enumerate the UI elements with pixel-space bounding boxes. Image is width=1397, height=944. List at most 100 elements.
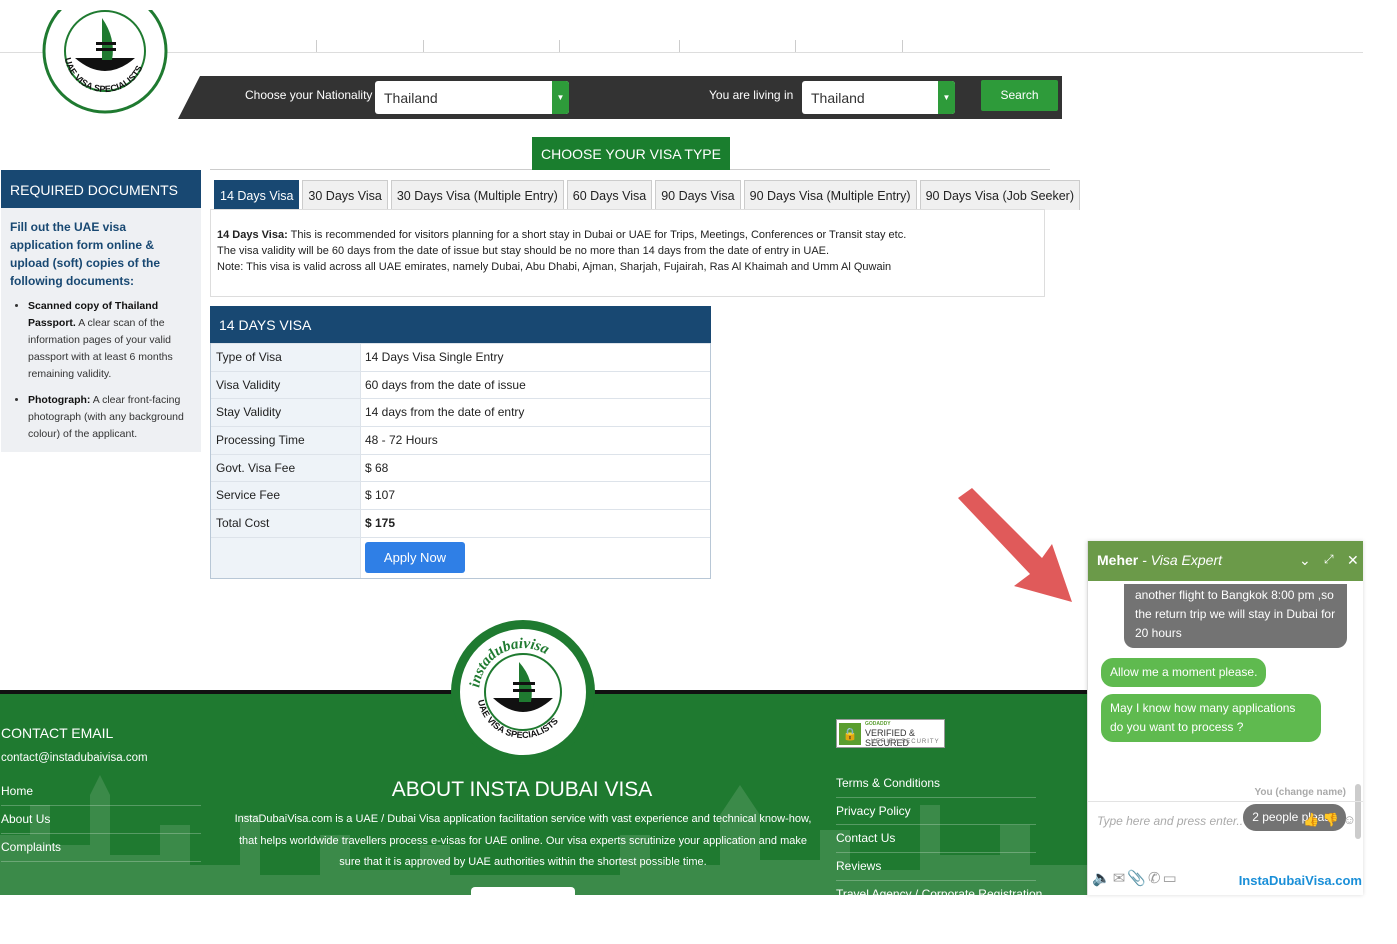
table-row: Stay Validity 14 days from the date of en…: [211, 398, 710, 427]
row-label: Processing Time: [211, 427, 361, 454]
table-row: Type of Visa 14 Days Visa Single Entry: [211, 343, 710, 371]
required-documents-list: Scanned copy of Thailand Passport. A cle…: [10, 298, 192, 443]
lock-icon: 🔒: [839, 723, 861, 745]
thumbs-up-icon[interactable]: 👍: [1303, 812, 1319, 827]
document-name: Photograph:: [28, 394, 91, 406]
tab-30-days-multiple[interactable]: 30 Days Visa (Multiple Entry): [390, 180, 564, 210]
required-documents-intro: Fill out the UAE visa application form o…: [10, 220, 160, 288]
footer-link-about-us[interactable]: About Us: [1, 806, 201, 834]
choose-visa-type-heading: CHOOSE YOUR VISA TYPE: [532, 137, 730, 170]
nationality-label: Choose your Nationality: [245, 88, 373, 102]
chat-footer: 🔈✉📎✆▭ InstaDubaiVisa.com: [1088, 861, 1363, 895]
footer-link-contact[interactable]: Contact Us: [836, 825, 1036, 854]
contact-email-title: CONTACT EMAIL: [1, 725, 114, 741]
living-in-select[interactable]: Thailand ▼: [802, 81, 955, 114]
row-label: Total Cost: [211, 510, 361, 537]
footer-logo-icon: instadubaivisa UAE VISA SPECIALISTS: [451, 620, 595, 764]
email-icon[interactable]: ✉: [1113, 870, 1128, 887]
chat-messages: another flight to Bangkok 8:00 pm ,so th…: [1088, 581, 1363, 839]
footer-link-privacy[interactable]: Privacy Policy: [836, 798, 1036, 826]
about-text: InstaDubaiVisa.com is a UAE / Dubai Visa…: [234, 813, 812, 868]
tab-14-days[interactable]: 14 Days Visa: [214, 180, 300, 210]
sound-icon[interactable]: 🔈: [1092, 870, 1113, 887]
tab-60-days[interactable]: 60 Days Visa: [566, 180, 653, 210]
panel-line: 14 Days Visa: This is recommended for vi…: [217, 227, 1038, 243]
row-label: Service Fee: [211, 482, 361, 510]
chat-tool-icons: 🔈✉📎✆▭: [1092, 869, 1179, 887]
nav-separator: [559, 40, 560, 52]
site-logo[interactable]: UAE VISA SPECIALISTS: [42, 10, 168, 116]
chevron-down-icon[interactable]: ▼: [552, 81, 569, 114]
row-label: Govt. Visa Fee: [211, 454, 361, 482]
living-in-label: You are living in: [709, 88, 794, 102]
required-documents-heading: REQUIRED DOCUMENTS: [1, 170, 201, 208]
row-value: 14 Days Visa Single Entry: [365, 350, 504, 364]
visa-tabs: 14 Days Visa 30 Days Visa 30 Days Visa (…: [214, 180, 1081, 210]
footer-link-complaints[interactable]: Complaints: [1, 834, 201, 862]
seal-verified: VERIFIED & SECURED: [865, 728, 916, 748]
nationality-value: Thailand: [384, 90, 438, 106]
visa-table-heading: 14 DAYS VISA: [210, 306, 711, 343]
table-row: Visa Validity 60 days from the date of is…: [211, 370, 710, 399]
thumbs-down-icon[interactable]: 👎: [1323, 812, 1339, 827]
expand-icon[interactable]: ⤢: [1324, 552, 1334, 567]
chat-widget: Meher - Visa Expert ⌄ ⤢ ✕ another flight…: [1087, 541, 1363, 895]
row-value: $ 107: [365, 488, 396, 503]
chat-input[interactable]: Type here and press enter..: [1097, 814, 1243, 828]
godaddy-seal[interactable]: 🔒 GODADDY VERIFIED & SECURED VERIFY SECU…: [836, 719, 945, 748]
table-row: Govt. Visa Fee $ 68: [211, 453, 710, 482]
tab-30-days[interactable]: 30 Days Visa: [302, 180, 388, 210]
chat-brand-link[interactable]: InstaDubaiVisa.com: [1239, 873, 1362, 888]
nav-separator: [902, 40, 903, 52]
row-label: Stay Validity: [211, 399, 361, 427]
change-name-link[interactable]: You (change name): [1255, 787, 1347, 798]
list-item: Photograph: A clear front-facing photogr…: [28, 392, 192, 443]
row-value: 14 days from the date of entry: [365, 405, 525, 420]
apply-now-button[interactable]: Apply Now: [365, 541, 465, 573]
contact-email-link[interactable]: contact@instadubaivisa.com: [1, 752, 148, 764]
footer-link-reviews[interactable]: Reviews: [836, 853, 1036, 881]
table-row: Processing Time 48 - 72 Hours: [211, 426, 710, 454]
chat-message: another flight to Bangkok 8:00 pm ,so th…: [1124, 584, 1347, 648]
footer-link-terms[interactable]: Terms & Conditions: [836, 770, 1036, 798]
tab-90-days[interactable]: 90 Days Visa: [655, 180, 741, 210]
search-bar: Choose your Nationality Thailand ▼ You a…: [178, 76, 1062, 119]
chat-reaction-icons: 👍 👎 ☺: [1303, 812, 1356, 828]
row-value: 60 days from the date of issue: [365, 377, 526, 392]
close-icon[interactable]: ✕: [1347, 552, 1359, 569]
footer-link-home[interactable]: Home: [1, 778, 201, 806]
chat-message: May I know how many applications do you …: [1101, 694, 1321, 742]
footer-button[interactable]: [471, 887, 575, 895]
table-row: Service Fee $ 107: [211, 481, 710, 510]
nationality-select[interactable]: Thailand ▼: [375, 81, 569, 114]
row-label: Type of Visa: [211, 344, 361, 371]
panel-description: This is recommended for visitors plannin…: [287, 229, 907, 241]
footer-links-right: Terms & Conditions Privacy Policy Contac…: [836, 770, 1042, 895]
footer-link-travel-agency[interactable]: Travel Agency / Corporate Registration: [836, 881, 1042, 895]
panel-emirates-note: Note: This visa is valid across all UAE …: [217, 261, 892, 273]
chevron-down-icon[interactable]: ▼: [938, 81, 955, 114]
tab-90-days-job-seeker[interactable]: 90 Days Visa (Job Seeker): [919, 180, 1081, 210]
search-button[interactable]: Search: [981, 80, 1058, 111]
list-item: Scanned copy of Thailand Passport. A cle…: [28, 298, 192, 383]
required-documents-panel: Fill out the UAE visa application form o…: [1, 208, 201, 452]
panel-validity-note: The visa validity will be 60 days from t…: [217, 245, 830, 257]
row-label-empty: [211, 537, 361, 578]
attachment-icon[interactable]: 📎: [1127, 870, 1148, 887]
table-row: Total Cost $ 175: [211, 509, 710, 537]
chevron-down-icon[interactable]: ⌄: [1299, 552, 1311, 569]
row-value: 48 - 72 Hours: [365, 433, 438, 448]
page: UAE VISA SPECIALISTS Choose your Nationa…: [0, 0, 1397, 944]
total-cost-value: $ 175: [365, 516, 396, 531]
agent-name: Meher: [1097, 552, 1139, 568]
about-title: ABOUT INSTA DUBAI VISA: [391, 778, 653, 801]
chat-header[interactable]: Meher - Visa Expert ⌄ ⤢ ✕: [1088, 541, 1363, 581]
row-value: $ 68: [365, 460, 389, 475]
phone-icon[interactable]: ✆: [1148, 870, 1163, 887]
seal-verify: VERIFY SECURITY: [871, 739, 940, 745]
tab-90-days-multiple[interactable]: 90 Days Visa (Multiple Entry): [743, 180, 917, 210]
table-row: Apply Now: [211, 536, 710, 578]
emoji-icon[interactable]: ☺: [1343, 812, 1356, 827]
screen-share-icon[interactable]: ▭: [1163, 870, 1179, 887]
panel-title: 14 Days Visa:: [217, 229, 288, 241]
